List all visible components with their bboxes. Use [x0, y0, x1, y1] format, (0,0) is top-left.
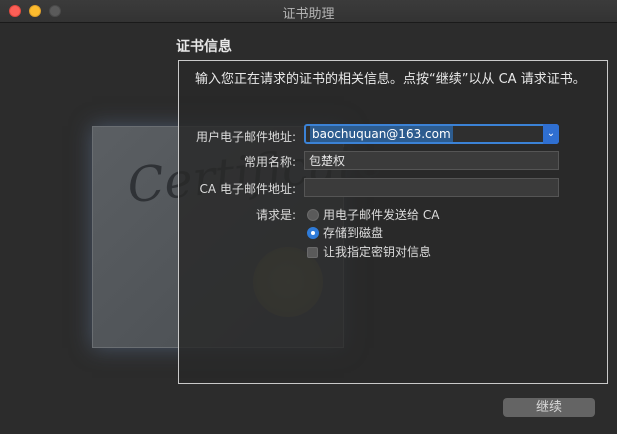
email-label: 用户电子邮件地址:	[195, 130, 296, 144]
radio-save-disk[interactable]: 存储到磁盘	[307, 224, 383, 241]
radio-email-ca-label: 用电子邮件发送给 CA	[323, 208, 440, 222]
email-input[interactable]: baochuquan@163.com	[310, 126, 453, 142]
common-name-field[interactable]: 包楚权	[304, 151, 559, 170]
radio-button-icon[interactable]	[307, 209, 319, 221]
checkbox-specify-key-label: 让我指定密钥对信息	[323, 245, 432, 259]
title-bar: 证书助理	[0, 0, 617, 23]
intro-text: 输入您正在请求的证书的相关信息。点按“继续”以从 CA 请求证书。	[195, 72, 586, 87]
continue-button[interactable]: 继续	[503, 398, 595, 417]
email-combobox[interactable]: baochuquan@163.com ⌄	[304, 124, 559, 144]
certificate-assistant-window: 证书助理 Certificate 证书信息 输入您正在请求的证书的相关信息。点按…	[0, 0, 617, 434]
request-label: 请求是:	[255, 208, 296, 222]
window-title: 证书助理	[282, 7, 335, 22]
radio-email-ca[interactable]: 用电子邮件发送给 CA	[307, 206, 439, 223]
checkbox-specify-key[interactable]: 让我指定密钥对信息	[307, 243, 431, 260]
radio-button-selected-icon[interactable]	[307, 227, 319, 239]
radio-save-disk-label: 存储到磁盘	[323, 226, 384, 240]
ca-email-field[interactable]	[304, 178, 559, 197]
checkbox-icon[interactable]	[307, 247, 318, 258]
chevron-down-icon[interactable]: ⌄	[543, 124, 559, 144]
ca-email-label: CA 电子邮件地址:	[199, 182, 296, 196]
common-name-label: 常用名称:	[243, 155, 296, 169]
section-title: 证书信息	[176, 39, 232, 55]
